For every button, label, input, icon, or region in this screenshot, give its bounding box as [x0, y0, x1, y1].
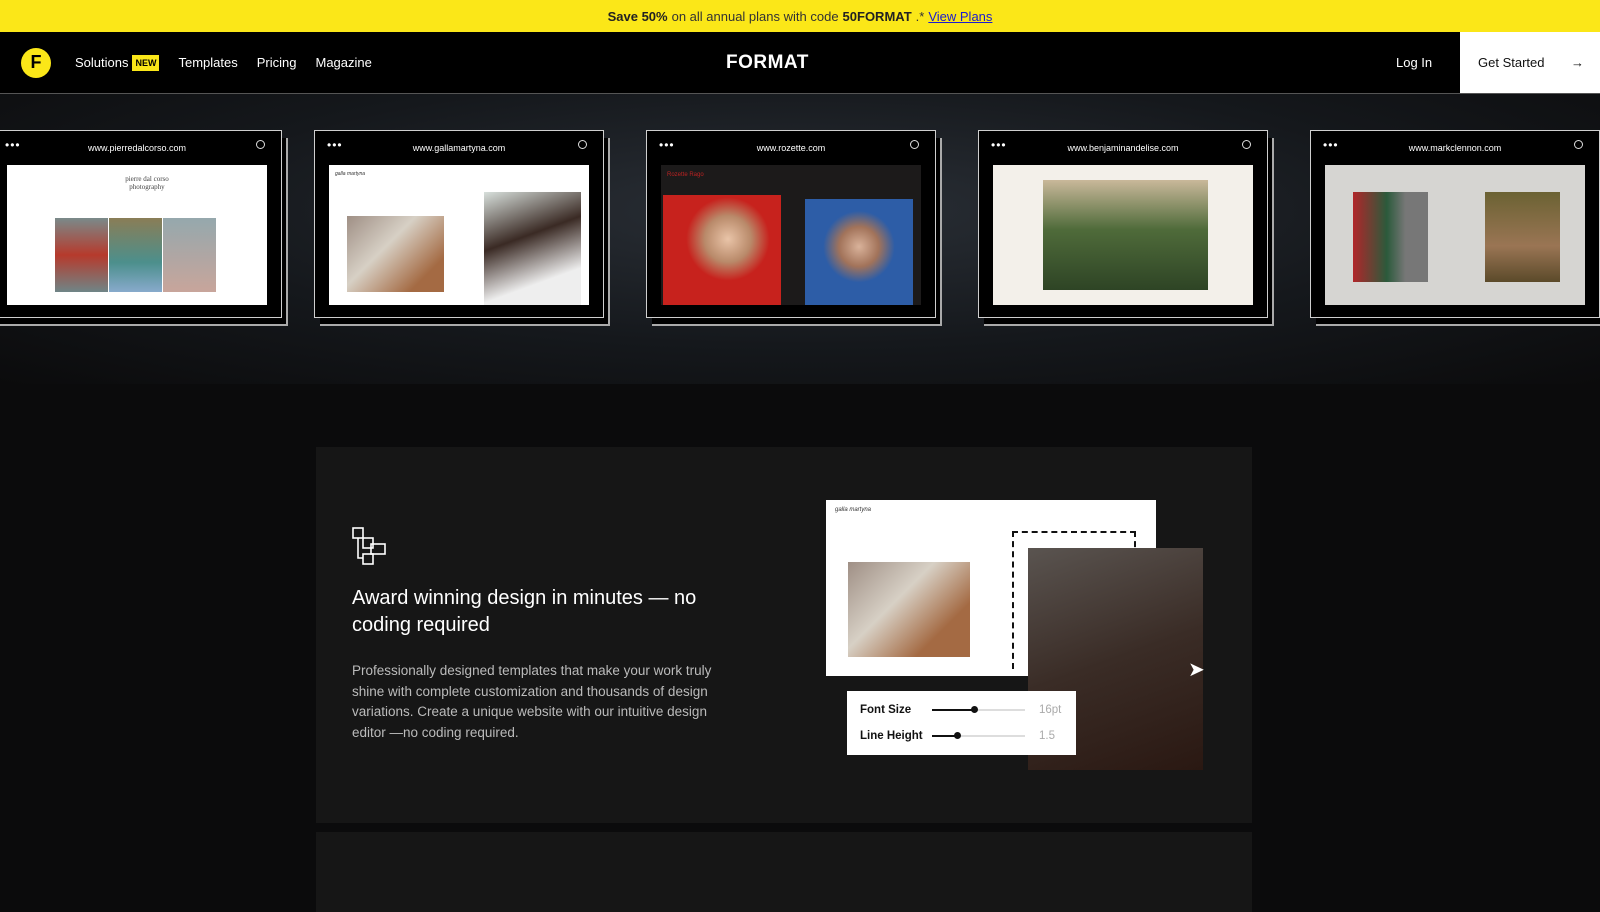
font-size-value: 16pt: [1039, 704, 1062, 716]
feature-title: Award winning design in minutes — no cod…: [352, 587, 697, 636]
target-icon: [1242, 140, 1251, 149]
site-url: www.rozette.com: [756, 143, 826, 153]
site-title: Rozette Rago: [667, 172, 704, 178]
view-plans-link[interactable]: View Plans: [928, 9, 992, 24]
line-height-control: Line Height 1.5: [860, 730, 1055, 742]
thumb-image: [1043, 180, 1208, 290]
target-icon: [256, 140, 265, 149]
thumb-image: [163, 218, 216, 292]
site-preview: pierre dal corso photography: [7, 165, 267, 305]
get-started-button[interactable]: Get Started →: [1460, 32, 1600, 93]
typography-controls: Font Size 16pt Line Height 1.5: [847, 691, 1076, 755]
mock-image: [848, 562, 970, 657]
font-size-label: Font Size: [860, 704, 912, 716]
arrow-right-icon: →: [1571, 55, 1584, 70]
showcase-card[interactable]: ••• www.gallamartyna.com galla martyna: [314, 130, 604, 318]
template-showcase: ••• www.pierredalcorso.com pierre dal co…: [0, 94, 1600, 384]
site-preview: [993, 165, 1253, 305]
cursor-icon: ➤: [1188, 659, 1205, 681]
thumb-image: [663, 195, 781, 305]
site-url: www.gallamartyna.com: [412, 143, 506, 153]
line-height-value: 1.5: [1039, 730, 1055, 742]
get-started-label: Get Started: [1478, 55, 1545, 70]
site-url: www.benjaminandelise.com: [1067, 143, 1179, 153]
mock-site-title: galla martyna: [835, 507, 872, 513]
promo-bold: Save 50%: [607, 8, 668, 24]
site-preview: galla martyna: [329, 165, 589, 305]
login-link[interactable]: Log In: [1396, 55, 1432, 70]
nav-solutions-label: Solutions: [75, 55, 129, 70]
thumb-image: [109, 218, 162, 292]
font-size-slider[interactable]: [932, 706, 1025, 713]
target-icon: [1574, 140, 1583, 149]
site-url: www.pierredalcorso.com: [87, 143, 187, 153]
promo-code: 50FORMAT: [842, 8, 912, 24]
site-preview: Rozette Rago: [661, 165, 921, 305]
showcase-card[interactable]: ••• www.markclennon.com: [1310, 130, 1600, 318]
thumb-image: [805, 199, 913, 305]
site-url: www.markclennon.com: [1408, 143, 1502, 153]
line-height-label: Line Height: [860, 730, 923, 742]
thumb-image: [347, 216, 444, 292]
line-height-slider[interactable]: [932, 732, 1025, 739]
format-logo[interactable]: F: [21, 47, 51, 78]
site-title: galla martyna: [335, 171, 366, 177]
showcase-card[interactable]: ••• www.pierredalcorso.com pierre dal co…: [0, 130, 282, 318]
nav-solutions[interactable]: Solutions NEW: [75, 54, 160, 71]
target-icon: [910, 140, 919, 149]
feature-panel: Award winning design in minutes — no cod…: [316, 447, 1252, 823]
showcase-card[interactable]: ••• www.rozette.com Rozette Rago: [646, 130, 936, 318]
font-size-control: Font Size 16pt: [860, 704, 1061, 716]
showcase-card[interactable]: ••• www.benjaminandelise.com: [978, 130, 1268, 318]
nav-pricing[interactable]: Pricing: [257, 55, 297, 70]
promo-suffix: .*: [915, 8, 925, 24]
nav-templates[interactable]: Templates: [178, 55, 237, 70]
thumb-image: [55, 218, 108, 292]
target-icon: [578, 140, 587, 149]
promo-banner: Save 50% on all annual plans with code 5…: [0, 0, 1600, 32]
site-preview: [1325, 165, 1585, 305]
site-title: pierre dal corso photography: [125, 175, 169, 191]
next-feature-panel: [316, 832, 1252, 912]
thumb-image: [484, 192, 581, 305]
nav-magazine[interactable]: Magazine: [315, 55, 371, 70]
thumb-image: [1485, 192, 1560, 282]
layout-blocks-icon: [352, 527, 386, 565]
promo-text: on all annual plans with code: [671, 8, 839, 24]
new-badge: NEW: [132, 54, 160, 71]
feature-body: Professionally designed templates that m…: [352, 663, 712, 740]
thumb-image: [1353, 192, 1428, 282]
top-nav: F Solutions NEW Templates Pricing Magazin…: [0, 32, 1600, 94]
brand-wordmark[interactable]: FORMAT: [726, 52, 809, 74]
